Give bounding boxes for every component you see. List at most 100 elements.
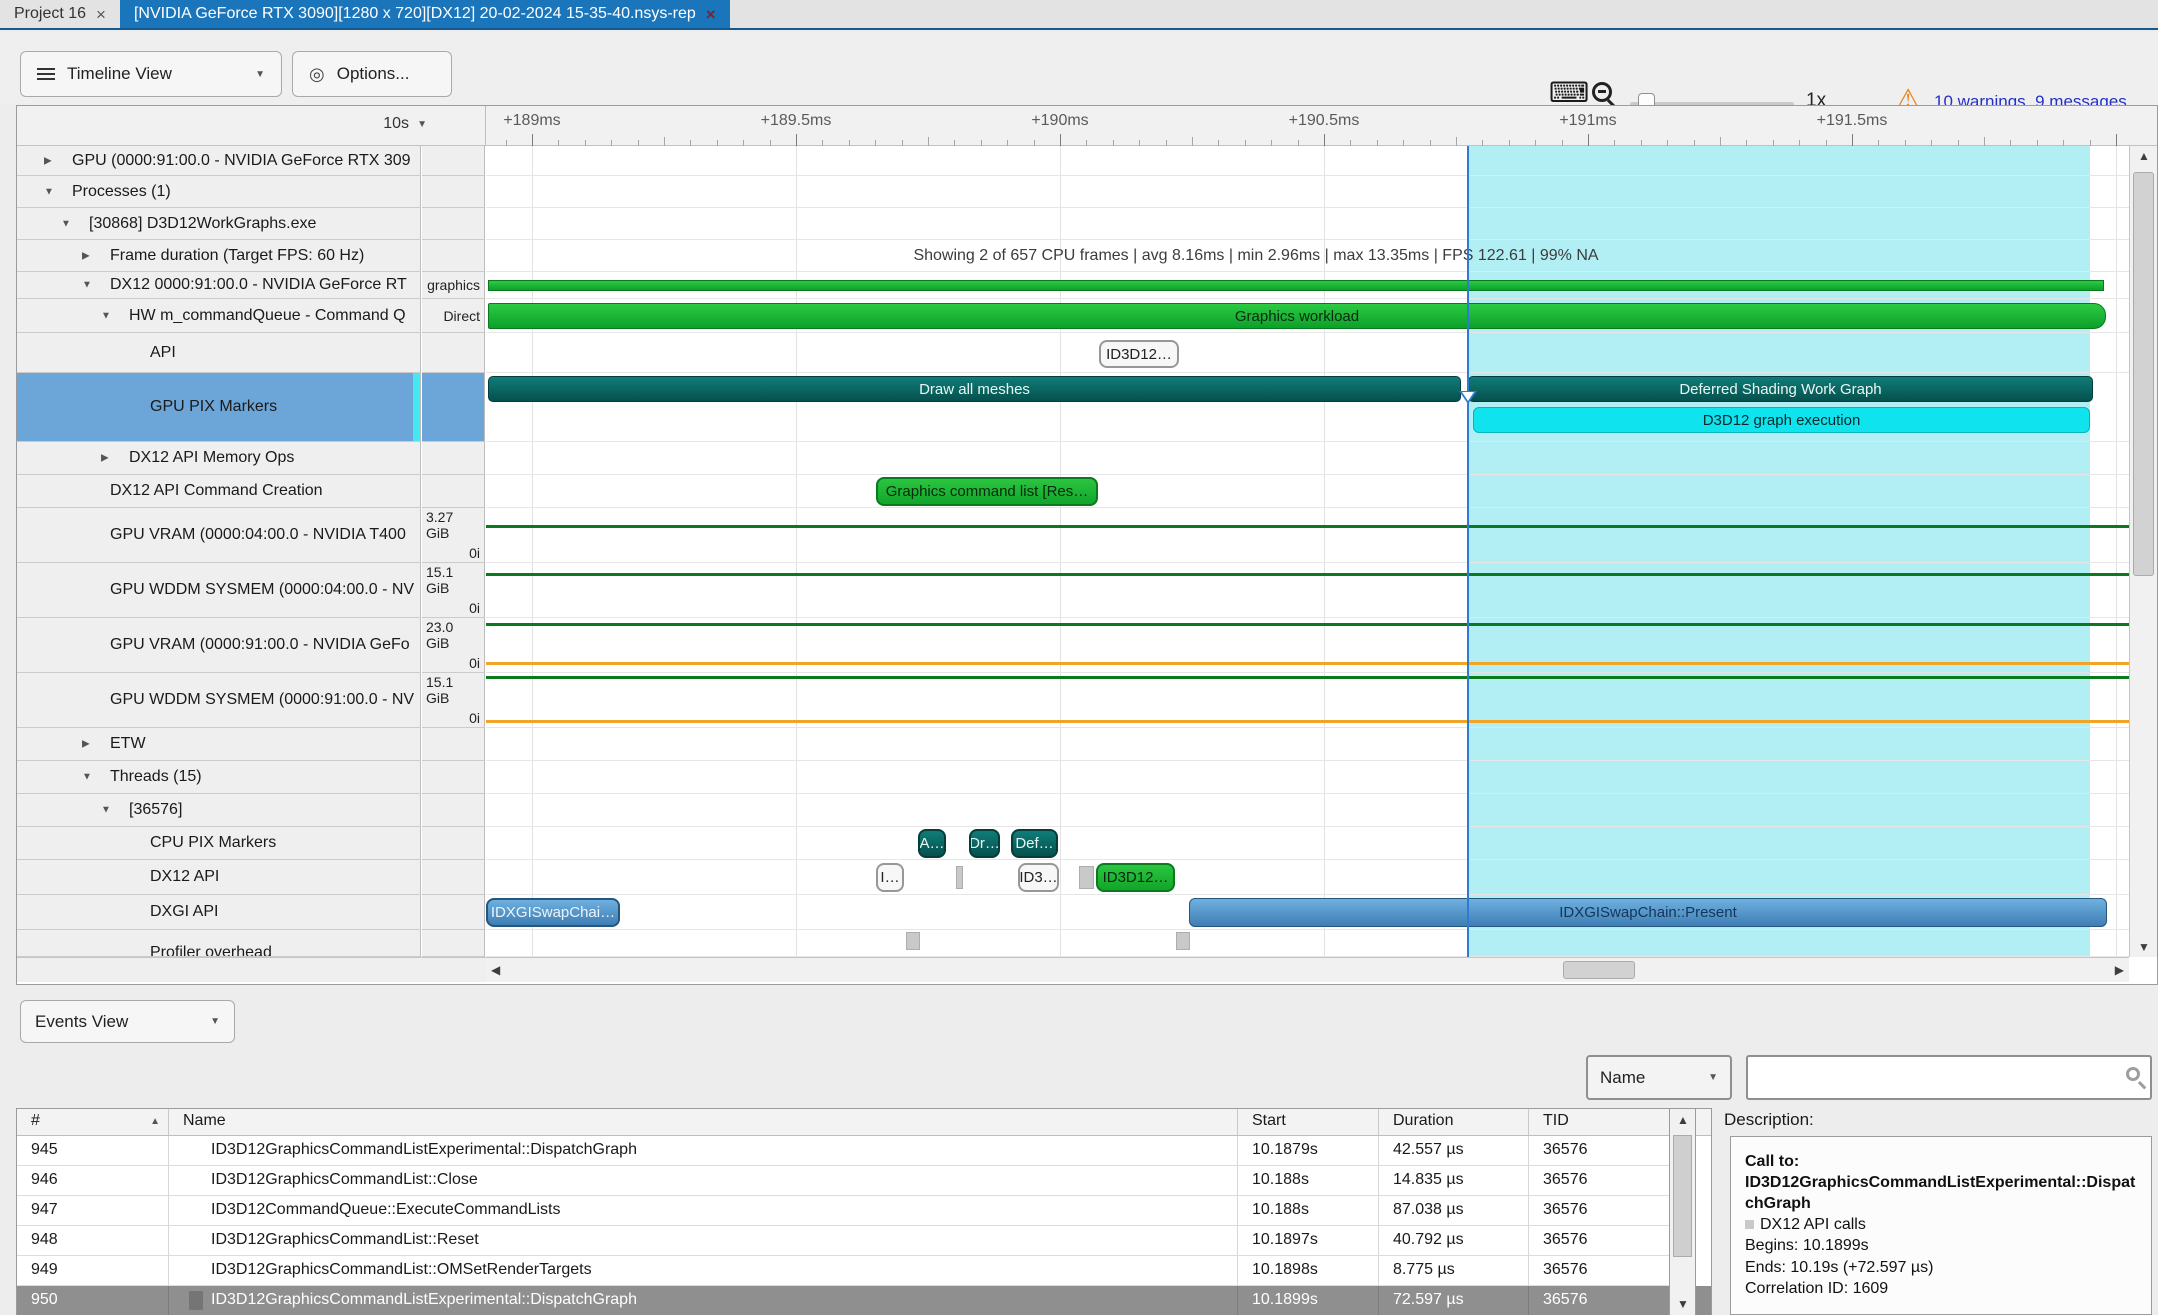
tree-cell-gpu-pix-markers[interactable]: GPU PIX Markers	[17, 373, 421, 442]
collapse-arrow-icon[interactable]: ▼	[82, 772, 92, 783]
column-header-tid[interactable]: TID	[1529, 1109, 1686, 1135]
timeline-event-bar[interactable]: Graphics command list [Res…	[876, 477, 1098, 506]
collapse-arrow-icon[interactable]: ▼	[44, 186, 54, 197]
timeline-event-bar[interactable]: ID3…	[1018, 863, 1059, 892]
timeline-ruler[interactable]: 10s ▼ +189ms+189.5ms+190ms+190.5ms+191ms…	[17, 106, 2157, 146]
expand-arrow-icon[interactable]: ▶	[82, 739, 90, 750]
tree-cell-gpu-wddm-sysmem-3090[interactable]: GPU WDDM SYSMEM (0000:91:00.0 - NV	[17, 673, 421, 728]
scroll-up-icon[interactable]: ▲	[1677, 1113, 1689, 1127]
track-process-30868[interactable]	[486, 208, 2129, 240]
tree-cell-process-30868[interactable]: ▼[30868] D3D12WorkGraphs.exe	[17, 208, 421, 240]
scroll-left-icon[interactable]: ◀	[491, 963, 500, 977]
column-header-num[interactable]: #▲	[17, 1109, 169, 1135]
track-processes[interactable]	[486, 176, 2129, 208]
ruler-range-cell[interactable]: 10s ▼	[17, 106, 486, 146]
zoom-out-icon[interactable]	[1592, 82, 1612, 102]
timeline-event-mark[interactable]	[486, 720, 2129, 723]
track-threads[interactable]	[486, 761, 2129, 794]
column-header-name[interactable]: Name	[169, 1109, 1238, 1135]
scroll-down-icon[interactable]: ▼	[1677, 1297, 1689, 1311]
collapse-arrow-icon[interactable]: ▼	[101, 805, 111, 816]
event-row[interactable]: 946ID3D12GraphicsCommandList::Close10.18…	[17, 1166, 1711, 1196]
scroll-down-icon[interactable]: ▼	[2138, 940, 2150, 954]
tree-cell-dx12-api-thread[interactable]: DX12 API	[17, 860, 421, 895]
timeline-event-bar[interactable]: ID3D12…	[1099, 340, 1179, 368]
timeline-event-mark[interactable]	[486, 573, 2129, 576]
timeline-event-mark[interactable]	[956, 866, 963, 889]
tree-cell-thread-36576[interactable]: ▼[36576]	[17, 794, 421, 827]
search-box[interactable]	[1746, 1055, 2152, 1100]
tree-cell-gpu-vram-t400[interactable]: GPU VRAM (0000:04:00.0 - NVIDIA T400	[17, 508, 421, 563]
timeline-horizontal-scrollbar[interactable]: ◀ ▶	[486, 957, 2129, 982]
timeline-row-dx12-device[interactable]: ▼DX12 0000:91:00.0 - NVIDIA GeForce RTgr…	[17, 272, 2129, 299]
timeline-row-api[interactable]: API ID3D12…	[17, 333, 2129, 373]
timeline-row-gpu-wddm-sysmem-3090[interactable]: GPU WDDM SYSMEM (0000:91:00.0 - NV15.1 G…	[17, 673, 2129, 728]
collapse-arrow-icon[interactable]: ▼	[101, 310, 111, 321]
timeline-row-profiler-overhead[interactable]: Profiler overhead	[17, 930, 2129, 957]
event-row[interactable]: 948ID3D12GraphicsCommandList::Reset10.18…	[17, 1226, 1711, 1256]
track-gpu-wddm-sysmem-3090[interactable]	[486, 673, 2129, 728]
track-dx12-memory-ops[interactable]	[486, 442, 2129, 475]
tree-cell-gpu-vram-3090[interactable]: GPU VRAM (0000:91:00.0 - NVIDIA GeFo	[17, 618, 421, 673]
collapse-arrow-icon[interactable]: ▼	[61, 218, 71, 229]
tree-cell-cpu-pix-markers[interactable]: CPU PIX Markers	[17, 827, 421, 860]
scroll-up-icon[interactable]: ▲	[2138, 149, 2150, 163]
tree-cell-processes[interactable]: ▼Processes (1)	[17, 176, 421, 208]
options-button[interactable]: ◎ Options...	[292, 51, 452, 97]
column-header-start[interactable]: Start	[1238, 1109, 1379, 1135]
timeline-row-cpu-pix-markers[interactable]: CPU PIX Markers A… Dr… Def…	[17, 827, 2129, 860]
timeline-event-mark[interactable]	[486, 676, 2129, 679]
timeline-row-threads[interactable]: ▼Threads (15)	[17, 761, 2129, 794]
timeline-row-gpu-root[interactable]: ▶GPU (0000:91:00.0 - NVIDIA GeForce RTX …	[17, 146, 2129, 176]
tree-cell-profiler-overhead[interactable]: Profiler overhead	[17, 930, 421, 957]
timeline-view-dropdown[interactable]: Timeline View ▼	[20, 51, 282, 97]
ruler-track[interactable]: +189ms+189.5ms+190ms+190.5ms+191ms+191.5…	[486, 106, 2129, 146]
track-profiler-overhead[interactable]	[486, 930, 2129, 957]
timeline-event-bar[interactable]: IDXGISwapChai…	[486, 898, 620, 927]
events-view-dropdown[interactable]: Events View ▼	[20, 1000, 235, 1043]
timeline-row-etw[interactable]: ▶ETW	[17, 728, 2129, 761]
tree-cell-dx12-device[interactable]: ▼DX12 0000:91:00.0 - NVIDIA GeForce RT	[17, 272, 421, 299]
timeline-event-bar[interactable]: Dr…	[969, 829, 1000, 858]
search-input[interactable]	[1748, 1057, 2150, 1098]
expand-arrow-icon[interactable]: ▶	[44, 155, 52, 166]
track-dx12-command-creation[interactable]: Graphics command list [Res…	[486, 475, 2129, 508]
tree-cell-api[interactable]: API	[17, 333, 421, 373]
timeline-event-mark[interactable]	[486, 623, 2129, 626]
track-dxgi-api[interactable]: IDXGISwapChai…IDXGISwapChain::Present	[486, 895, 2129, 930]
timeline-row-processes[interactable]: ▼Processes (1)	[17, 176, 2129, 208]
timeline-event-bar[interactable]: Def…	[1011, 829, 1058, 858]
tab-report[interactable]: [NVIDIA GeForce RTX 3090][1280 x 720][DX…	[120, 0, 730, 28]
tree-cell-threads[interactable]: ▼Threads (15)	[17, 761, 421, 794]
track-gpu-vram-3090[interactable]	[486, 618, 2129, 673]
scroll-right-icon[interactable]: ▶	[2115, 963, 2124, 977]
event-row[interactable]: 945ID3D12GraphicsCommandListExperimental…	[17, 1136, 1711, 1166]
tree-cell-dx12-memory-ops[interactable]: ▶DX12 API Memory Ops	[17, 442, 421, 475]
timeline-event-mark[interactable]	[486, 662, 2129, 665]
timeline-row-thread-36576[interactable]: ▼[36576]	[17, 794, 2129, 827]
tree-cell-etw[interactable]: ▶ETW	[17, 728, 421, 761]
timeline-event-bar[interactable]: A…	[918, 829, 946, 858]
timeline-event-bar[interactable]: I…	[876, 863, 904, 892]
event-row[interactable]: 949ID3D12GraphicsCommandList::OMSetRende…	[17, 1256, 1711, 1286]
timeline-row-gpu-vram-t400[interactable]: GPU VRAM (0000:04:00.0 - NVIDIA T4003.27…	[17, 508, 2129, 563]
timeline-row-gpu-vram-3090[interactable]: GPU VRAM (0000:91:00.0 - NVIDIA GeFo23.0…	[17, 618, 2129, 673]
tab-project[interactable]: Project 16 ×	[0, 0, 120, 28]
timeline-row-process-30868[interactable]: ▼[30868] D3D12WorkGraphs.exe	[17, 208, 2129, 240]
timeline-row-gpu-wddm-sysmem-t400[interactable]: GPU WDDM SYSMEM (0000:04:00.0 - NV15.1 G…	[17, 563, 2129, 618]
tree-cell-gpu-wddm-sysmem-t400[interactable]: GPU WDDM SYSMEM (0000:04:00.0 - NV	[17, 563, 421, 618]
event-row[interactable]: 950ID3D12GraphicsCommandListExperimental…	[17, 1286, 1711, 1315]
timeline-vertical-scrollbar[interactable]: ▲ ▼	[2129, 146, 2157, 957]
timeline-row-hw-command-queue[interactable]: ▼HW m_commandQueue - Command QDirectGrap…	[17, 299, 2129, 333]
timeline-event-mark[interactable]	[1079, 866, 1094, 889]
tree-cell-dx12-command-creation[interactable]: DX12 API Command Creation	[17, 475, 421, 508]
column-header-duration[interactable]: Duration	[1379, 1109, 1529, 1135]
track-cpu-pix-markers[interactable]: A… Dr… Def…	[486, 827, 2129, 860]
track-etw[interactable]	[486, 728, 2129, 761]
timeline-event-bar[interactable]: D3D12 graph execution	[1473, 407, 2090, 433]
scrollbar-thumb[interactable]	[2133, 172, 2154, 576]
tree-cell-gpu-root[interactable]: ▶GPU (0000:91:00.0 - NVIDIA GeForce RTX …	[17, 146, 421, 176]
timeline-row-frame-duration[interactable]: ▶Frame duration (Target FPS: 60 Hz)Showi…	[17, 240, 2129, 272]
timeline-row-dx12-api-thread[interactable]: DX12 APII…ID3…ID3D12…	[17, 860, 2129, 895]
track-gpu-wddm-sysmem-t400[interactable]	[486, 563, 2129, 618]
